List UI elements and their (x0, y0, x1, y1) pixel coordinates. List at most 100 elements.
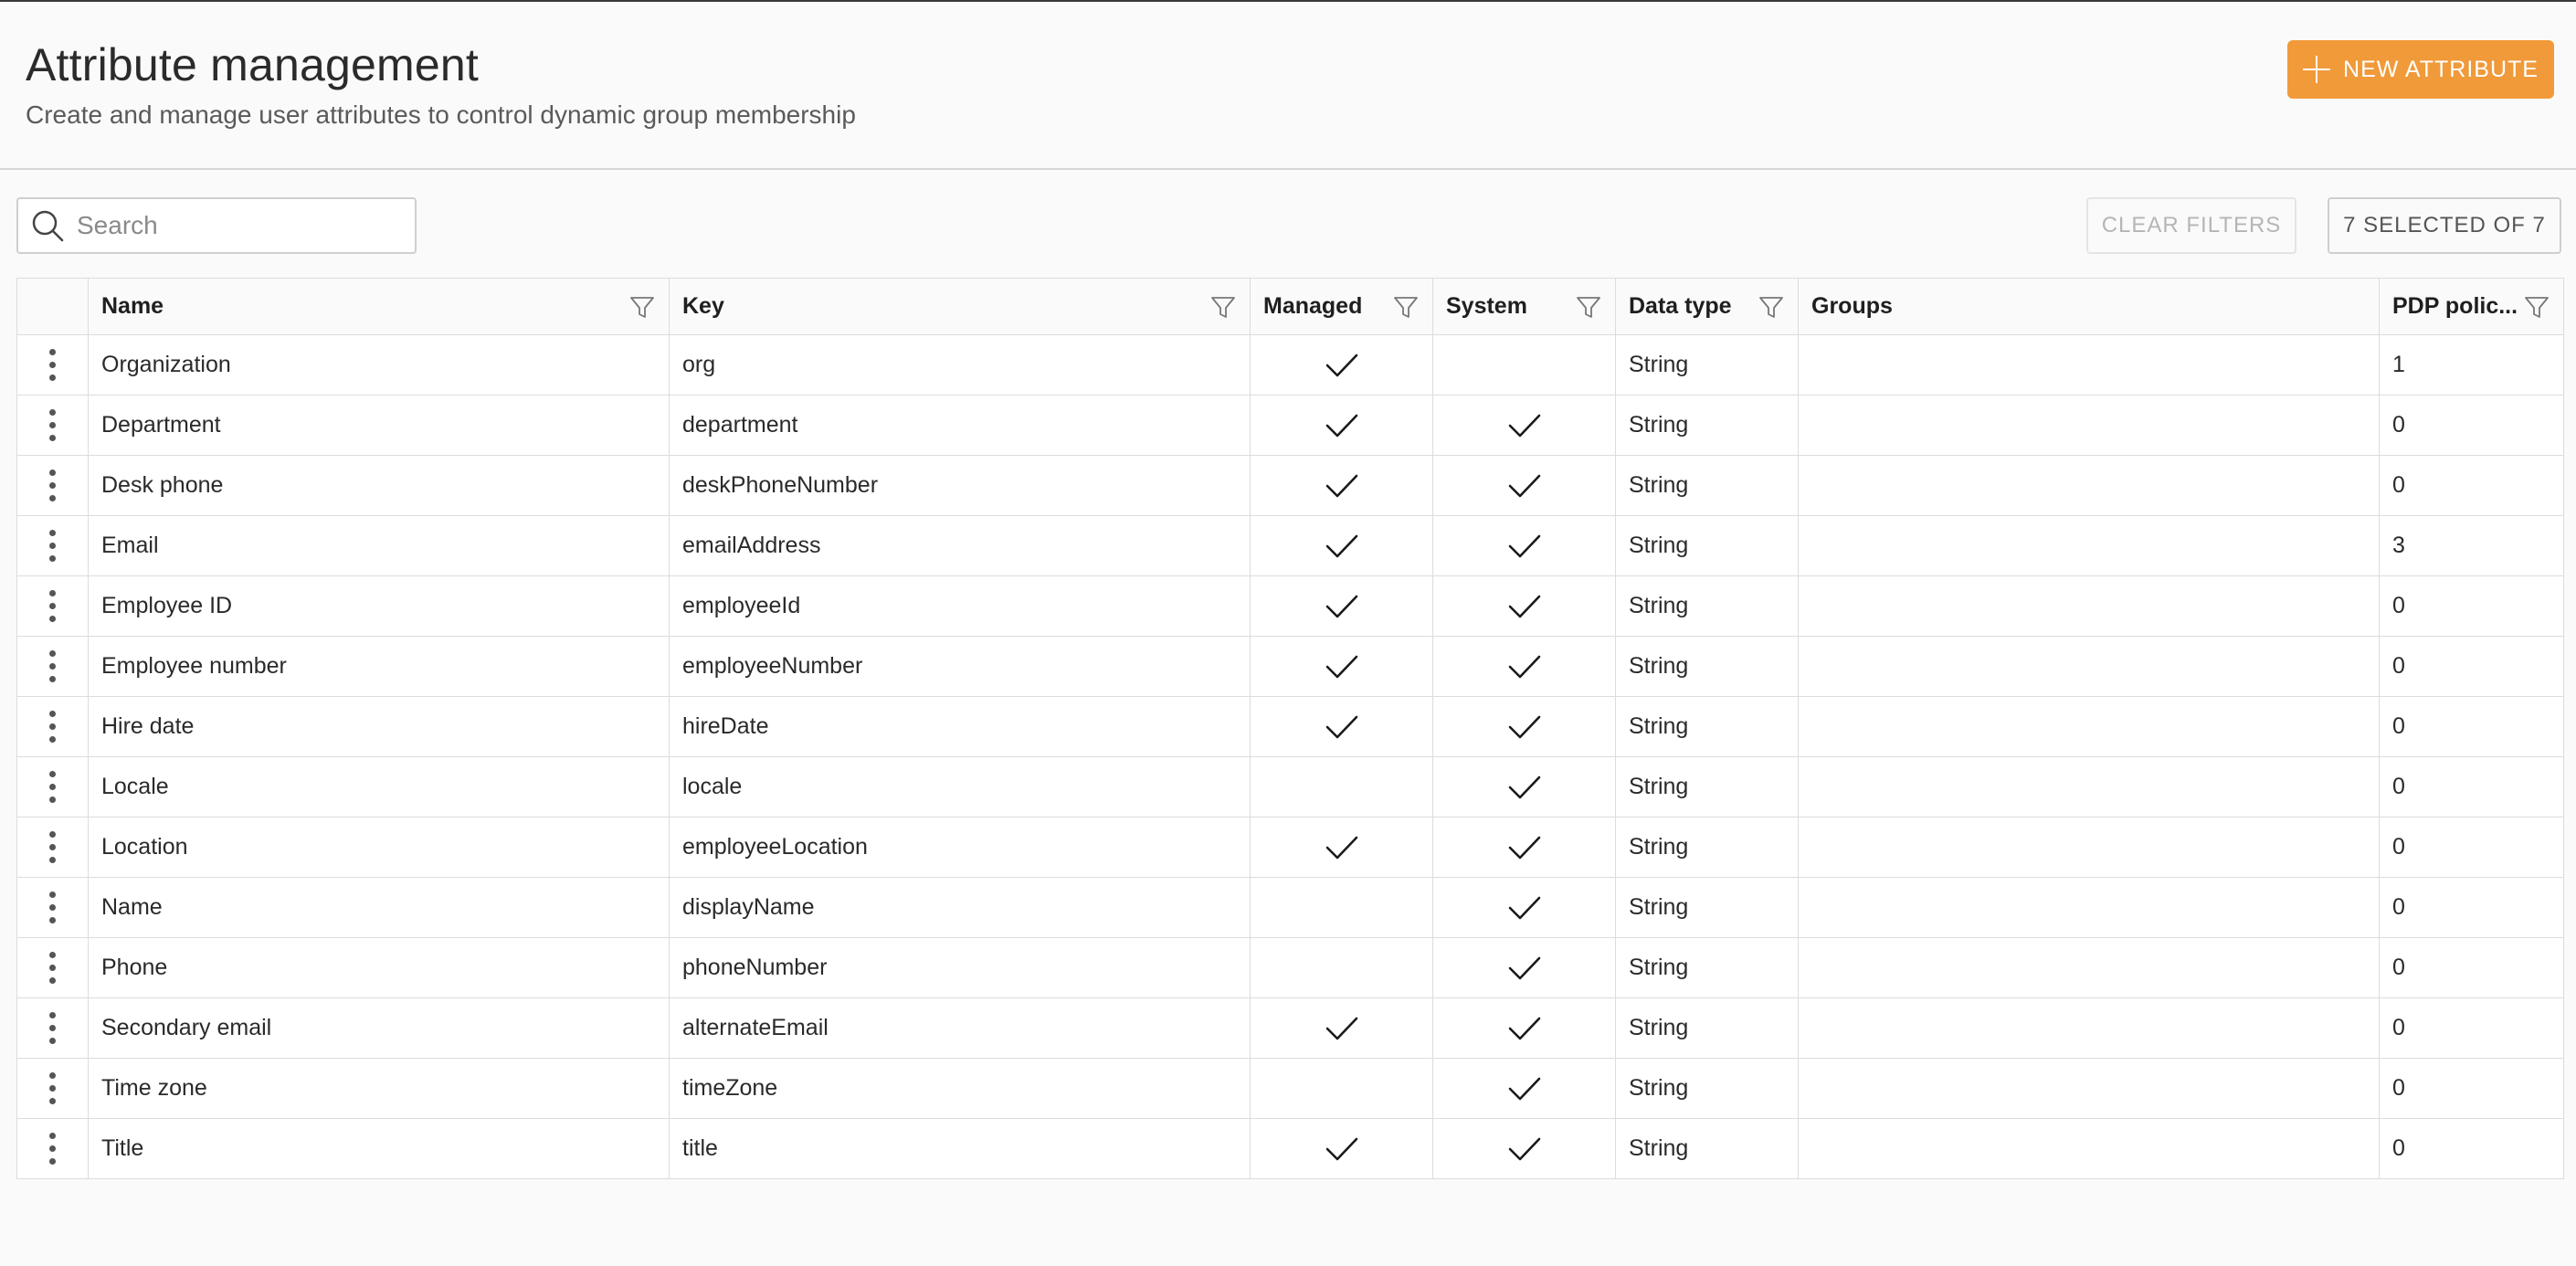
check-icon (1508, 1077, 1540, 1100)
column-header-name[interactable]: Name (88, 278, 670, 335)
row-menu-cell[interactable] (16, 1058, 89, 1119)
cell-managed (1250, 1118, 1433, 1179)
page-subtitle: Create and manage user attributes to con… (26, 100, 856, 129)
kebab-icon[interactable] (48, 710, 57, 744)
cell-name: Location (88, 817, 670, 878)
row-menu-cell[interactable] (16, 1118, 89, 1179)
row-menu-cell[interactable] (16, 636, 89, 697)
cell-managed (1250, 877, 1433, 938)
kebab-icon[interactable] (48, 1011, 57, 1045)
table-row[interactable]: Organization org String 1 (16, 334, 2564, 396)
cell-managed (1250, 937, 1433, 998)
table-row[interactable]: Employee number employeeNumber String 0 (16, 636, 2564, 697)
column-header-key[interactable]: Key (669, 278, 1251, 335)
cell-system (1432, 696, 1616, 757)
kebab-icon[interactable] (48, 830, 57, 864)
column-header-groups[interactable]: Groups (1798, 278, 2380, 335)
check-icon (1325, 836, 1357, 859)
column-selector-button[interactable]: 7 SELECTED OF 7 (2328, 197, 2561, 254)
row-menu-cell[interactable] (16, 334, 89, 396)
column-header-system[interactable]: System (1432, 278, 1616, 335)
filter-icon[interactable] (1209, 293, 1237, 321)
cell-system (1432, 937, 1616, 998)
cell-managed (1250, 636, 1433, 697)
kebab-icon[interactable] (48, 1132, 57, 1166)
kebab-icon[interactable] (48, 529, 57, 563)
kebab-icon[interactable] (48, 649, 57, 683)
cell-key: employeeNumber (669, 636, 1251, 697)
cell-managed (1250, 575, 1433, 637)
cell-data-type: String (1615, 575, 1799, 637)
row-menu-cell[interactable] (16, 997, 89, 1059)
row-menu-cell[interactable] (16, 756, 89, 818)
cell-data-type: String (1615, 1118, 1799, 1179)
kebab-icon[interactable] (48, 951, 57, 985)
search-input[interactable] (75, 210, 389, 241)
check-icon (1325, 655, 1357, 678)
row-menu-cell[interactable] (16, 937, 89, 998)
cell-system (1432, 1058, 1616, 1119)
table-row[interactable]: Name displayName String 0 (16, 877, 2564, 938)
filter-icon[interactable] (628, 293, 656, 321)
kebab-icon[interactable] (48, 770, 57, 804)
check-icon (1325, 414, 1357, 437)
cell-pdp-policies: 0 (2379, 756, 2564, 818)
row-menu-cell[interactable] (16, 455, 89, 516)
cell-groups (1798, 1058, 2380, 1119)
table-row[interactable]: Locale locale String 0 (16, 756, 2564, 818)
search-icon (32, 210, 64, 242)
table-row[interactable]: Location employeeLocation String 0 (16, 817, 2564, 878)
cell-system (1432, 575, 1616, 637)
check-icon (1508, 896, 1540, 919)
cell-key: emailAddress (669, 515, 1251, 576)
check-icon (1508, 1017, 1540, 1039)
cell-data-type: String (1615, 636, 1799, 697)
filter-icon[interactable] (2523, 293, 2550, 321)
cell-groups (1798, 515, 2380, 576)
column-header-pdp-policies[interactable]: PDP polic... (2379, 278, 2564, 335)
check-icon (1508, 655, 1540, 678)
table-row[interactable]: Email emailAddress String 3 (16, 515, 2564, 576)
cell-name: Desk phone (88, 455, 670, 516)
row-menu-cell[interactable] (16, 877, 89, 938)
check-icon (1508, 414, 1540, 437)
table-row[interactable]: Desk phone deskPhoneNumber String 0 (16, 455, 2564, 516)
cell-pdp-policies: 3 (2379, 515, 2564, 576)
column-header-managed[interactable]: Managed (1250, 278, 1433, 335)
table-row[interactable]: Time zone timeZone String 0 (16, 1058, 2564, 1119)
kebab-icon[interactable] (48, 1071, 57, 1105)
row-menu-cell[interactable] (16, 395, 89, 456)
kebab-icon[interactable] (48, 348, 57, 382)
column-header-data-type[interactable]: Data type (1615, 278, 1799, 335)
table-row[interactable]: Title title String 0 (16, 1118, 2564, 1179)
cell-managed (1250, 817, 1433, 878)
cell-name: Name (88, 877, 670, 938)
search-box[interactable] (16, 197, 417, 254)
cell-managed (1250, 395, 1433, 456)
table-row[interactable]: Secondary email alternateEmail String 0 (16, 997, 2564, 1059)
kebab-icon[interactable] (48, 408, 57, 442)
row-menu-cell[interactable] (16, 575, 89, 637)
cell-system (1432, 515, 1616, 576)
row-menu-cell[interactable] (16, 817, 89, 878)
cell-pdp-policies: 0 (2379, 395, 2564, 456)
cell-key: employeeLocation (669, 817, 1251, 878)
kebab-icon[interactable] (48, 891, 57, 924)
table-row[interactable]: Department department String 0 (16, 395, 2564, 456)
kebab-icon[interactable] (48, 589, 57, 623)
row-menu-cell[interactable] (16, 515, 89, 576)
row-menu-cell[interactable] (16, 696, 89, 757)
kebab-icon[interactable] (48, 469, 57, 502)
filter-icon[interactable] (1392, 293, 1420, 321)
filter-icon[interactable] (1575, 293, 1602, 321)
table-row[interactable]: Hire date hireDate String 0 (16, 696, 2564, 757)
cell-system (1432, 636, 1616, 697)
table-row[interactable]: Employee ID employeeId String 0 (16, 575, 2564, 637)
clear-filters-button[interactable]: CLEAR FILTERS (2086, 197, 2296, 254)
filter-icon[interactable] (1758, 293, 1785, 321)
new-attribute-button[interactable]: NEW ATTRIBUTE (2287, 40, 2554, 99)
cell-system (1432, 877, 1616, 938)
cell-data-type: String (1615, 817, 1799, 878)
check-icon (1325, 474, 1357, 497)
table-row[interactable]: Phone phoneNumber String 0 (16, 937, 2564, 998)
